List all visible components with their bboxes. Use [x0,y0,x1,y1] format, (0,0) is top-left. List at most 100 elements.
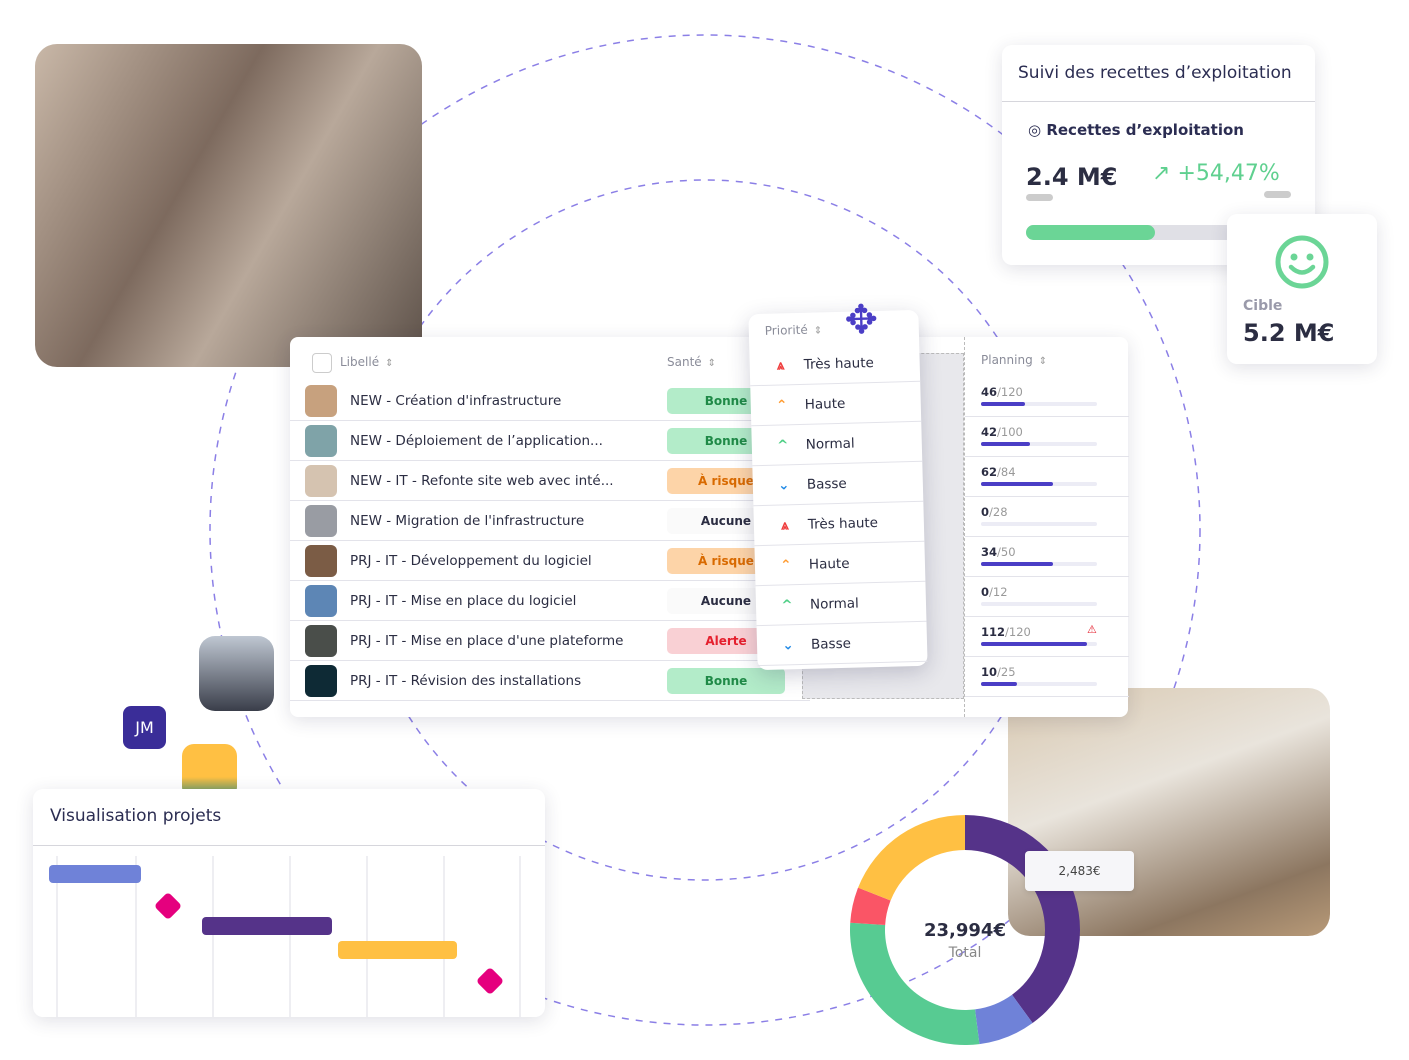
table-row[interactable]: NEW - Migration de l'infrastructure Aucun… [290,501,810,541]
project-label[interactable]: NEW - IT - Refonte site web avec inté... [350,473,614,489]
gantt-task-bar [338,941,457,959]
priority-item[interactable]: ⩓ Très haute [753,501,925,547]
project-thumbnail [305,584,337,617]
table-row[interactable]: PRJ - IT - Mise en place d'une plateform… [290,621,810,661]
project-thumbnail [305,464,337,497]
priority-label: Normal [809,594,860,613]
planning-done: 0 [981,585,990,599]
project-thumbnail [305,664,337,697]
project-label[interactable]: PRJ - IT - Développement du logiciel [350,553,592,569]
priority-item[interactable]: ⌃ Haute [750,381,922,427]
planning-progress [981,442,1097,446]
planning-total: /120 [1005,625,1031,639]
header-planning[interactable]: Planning ⇕ [981,353,1047,367]
planning-cell: 42/100 [965,417,1129,457]
health-badge: Bonne [667,667,785,694]
donut-tooltip: 2,483€ [1025,851,1134,891]
placeholder-pill [1264,191,1291,198]
priority-icon: ^ [776,436,789,454]
move-icon[interactable]: ✥ [844,297,879,344]
project-label[interactable]: NEW - Création d'infrastructure [350,393,561,409]
donut-slice[interactable] [858,815,965,901]
planning-total: /28 [989,505,1008,519]
planning-total: /50 [997,545,1016,559]
gantt-chart [49,856,521,1017]
projects-table: Libellé ⇕ Santé ⇕ NEW - Création d'infrast… [290,337,1129,717]
avatar [199,636,274,711]
priority-label: Très haute [807,514,879,533]
planning-done: 62 [981,465,998,479]
priority-item[interactable]: ⩓ Très haute [749,341,921,387]
table-row[interactable]: NEW - Création d'infrastructure Bonne [290,381,810,421]
priority-icon: ⩓ [780,516,789,533]
gantt-title: Visualisation projets [50,806,222,826]
priority-label: Basse [806,475,847,493]
donut-slice[interactable] [850,922,980,1045]
planning-cell: 112/120 ⚠ [965,617,1129,657]
planning-done: 0 [981,505,990,519]
priority-label: Haute [804,395,846,413]
table-row[interactable]: NEW - Déploiement de l’application... Bon… [290,421,810,461]
sort-icon: ⇕ [385,358,394,369]
target-icon: ◎ [1028,121,1042,139]
gantt-task-bar [202,917,332,935]
planning-done: 34 [981,545,998,559]
planning-cell: 10/25 [965,657,1129,697]
planning-cell: 0/12 [965,577,1129,617]
table-row[interactable]: PRJ - IT - Développement du logiciel À ri… [290,541,810,581]
priority-item[interactable]: ⌄ Basse [756,621,928,667]
planning-progress [981,522,1097,526]
priority-icon: ⌃ [775,396,788,414]
priority-icon: ⩓ [776,356,785,374]
header-health[interactable]: Santé ⇕ [667,355,716,369]
priority-column-dragging[interactable]: Priorité ⇕ ✥ ⩓ Très haute ⌃ Haute ^ Normal ⌄ Bas… [748,297,928,671]
planning-cell: 0/28 [965,497,1129,537]
table-row[interactable]: NEW - IT - Refonte site web avec inté...… [290,461,810,501]
project-label[interactable]: PRJ - IT - Mise en place du logiciel [350,593,576,609]
project-thumbnail [305,424,337,457]
priority-icon: ⌄ [782,636,794,654]
revenue-value: 2.4 M€ [1026,163,1118,191]
donut-total-label: Total [948,945,982,961]
priority-item[interactable]: ^ Normal [755,581,927,627]
target-card: Cible 5.2 M€ [1227,214,1377,364]
planning-cell: 34/50 [965,537,1129,577]
smiley-icon [1275,235,1329,289]
table-row[interactable]: PRJ - IT - Révision des installations Bon… [290,661,810,701]
priority-icon: ^ [781,596,793,614]
target-value: 5.2 M€ [1243,319,1335,347]
target-label: Cible [1243,298,1283,314]
select-all-checkbox[interactable] [312,353,332,373]
planning-done: 10 [981,665,998,679]
revenue-trend: ↗ +54,47% [1152,161,1280,186]
header-label[interactable]: Libellé ⇕ [340,355,393,369]
trend-up-icon: ↗ [1152,161,1171,186]
planning-total: /100 [997,425,1023,439]
gantt-card: Visualisation projets [33,789,545,1017]
revenue-subtitle-text: Recettes d’exploitation [1046,121,1244,139]
priority-item[interactable]: ^ Normal [751,421,923,467]
project-thumbnail [305,544,337,577]
divider [1002,101,1315,102]
planning-total: /84 [997,465,1016,479]
revenue-subtitle: ◎ Recettes d’exploitation [1028,121,1244,139]
priority-label: Normal [805,435,855,453]
project-label[interactable]: NEW - Migration de l'infrastructure [350,513,584,529]
priority-item[interactable]: ⌃ Haute [754,541,926,587]
revenue-title: Suivi des recettes d’exploitation [1018,63,1292,83]
donut-total-value: 23,994€ [924,920,1006,941]
planning-cell: 62/84 [965,457,1129,497]
avatar-initials: JM [123,706,166,749]
planning-done: 42 [981,425,998,439]
header-priority[interactable]: Priorité ⇕ [765,322,823,338]
priority-label: Haute [808,555,850,573]
priority-item[interactable]: ⌄ Basse [752,461,924,507]
project-label[interactable]: NEW - Déploiement de l’application... [350,433,603,449]
project-thumbnail [305,504,337,537]
planning-progress [981,602,1097,606]
project-label[interactable]: PRJ - IT - Révision des installations [350,673,581,689]
project-label[interactable]: PRJ - IT - Mise en place d'une plateform… [350,633,623,649]
planning-progress [981,562,1097,566]
table-row[interactable]: PRJ - IT - Mise en place du logiciel Aucu… [290,581,810,621]
planning-cell: 46/120 [965,377,1129,417]
